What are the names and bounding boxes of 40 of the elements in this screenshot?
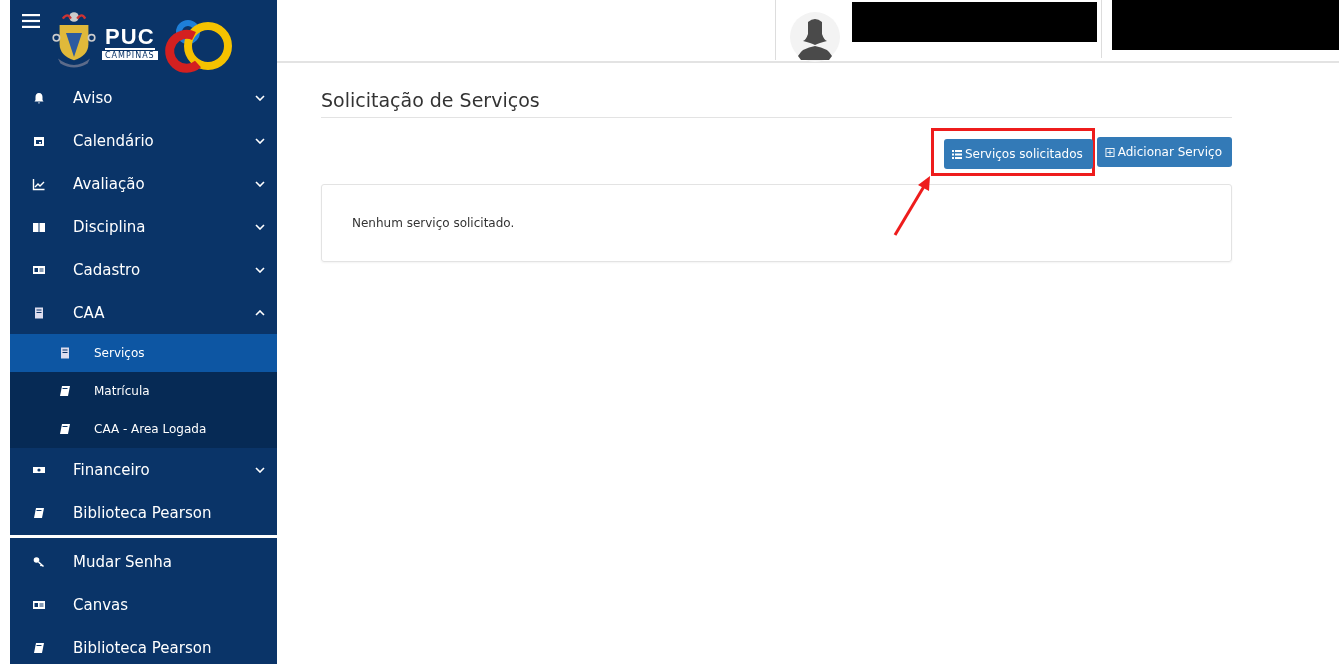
bell-icon bbox=[32, 90, 46, 105]
logo-wordmark: PUC CAMPINAS bbox=[102, 26, 158, 60]
plus-square-icon bbox=[1104, 147, 1115, 157]
key-icon bbox=[32, 554, 46, 569]
chevron-icon bbox=[255, 223, 265, 230]
sidebar-item[interactable]: Biblioteca Pearson bbox=[10, 491, 277, 534]
sidebar-item[interactable]: Biblioteca Pearson bbox=[10, 626, 277, 664]
notebook-icon bbox=[32, 640, 46, 655]
avatar-silhouette-icon bbox=[790, 12, 840, 62]
annotation-arrow bbox=[891, 175, 932, 237]
sidebar-subitem[interactable]: Matrícula bbox=[10, 372, 277, 410]
document-icon bbox=[58, 346, 72, 360]
sidebar-item[interactable]: Financeiro bbox=[10, 448, 277, 491]
requested-services-button[interactable]: Serviços solicitados bbox=[943, 139, 1093, 169]
notebook-icon bbox=[32, 505, 46, 520]
sidebar-item[interactable]: Calendário bbox=[10, 119, 277, 162]
chevron-icon bbox=[255, 466, 265, 473]
add-service-button[interactable]: Adicionar Serviço bbox=[1096, 137, 1232, 167]
empty-message: Nenhum serviço solicitado. bbox=[352, 216, 515, 230]
sidebar-item[interactable]: Cadastro bbox=[10, 248, 277, 291]
sidebar-subitem[interactable]: CAA - Area Logada bbox=[10, 410, 277, 448]
chevron-icon bbox=[255, 266, 265, 273]
sidebar-subitem[interactable]: Serviços bbox=[10, 334, 277, 372]
sidebar-item[interactable]: Mudar Senha bbox=[10, 540, 277, 583]
notebook-icon bbox=[58, 384, 72, 398]
sidebar-item[interactable]: Avaliação bbox=[10, 162, 277, 205]
menu-icon[interactable] bbox=[22, 14, 40, 28]
chevron-icon bbox=[255, 137, 265, 144]
chevron-icon bbox=[255, 309, 265, 316]
sidebar-item[interactable]: CAA bbox=[10, 291, 277, 334]
chevron-icon bbox=[255, 180, 265, 187]
sidebar-item[interactable]: Canvas bbox=[10, 583, 277, 626]
page-title: Solicitação de Serviços bbox=[321, 89, 1232, 118]
chart-icon bbox=[32, 176, 46, 191]
sidebar-item[interactable]: Aviso bbox=[10, 76, 277, 119]
chevron-icon bbox=[255, 94, 265, 101]
notebook-icon bbox=[58, 422, 72, 436]
document-icon bbox=[32, 305, 46, 320]
list-icon bbox=[951, 149, 962, 159]
sidebar-item[interactable]: Disciplina bbox=[10, 205, 277, 248]
